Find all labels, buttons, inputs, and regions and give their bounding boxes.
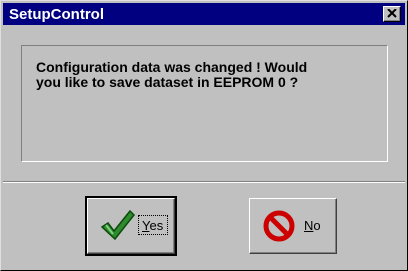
no-entry-icon xyxy=(263,210,295,242)
dialog-window: SetupControl Configuration data was chan… xyxy=(0,0,408,271)
separator xyxy=(3,181,405,183)
no-accelerator: N xyxy=(304,218,314,233)
close-button[interactable] xyxy=(383,6,401,22)
no-button-label: No xyxy=(304,218,321,233)
close-icon xyxy=(387,9,397,18)
checkmark-icon xyxy=(100,209,136,241)
window-title: SetupControl xyxy=(9,6,104,23)
yes-button[interactable]: Yes xyxy=(85,196,177,256)
yes-label-rest: es xyxy=(149,218,164,233)
no-button[interactable]: No xyxy=(249,198,337,254)
no-label-rest: o xyxy=(313,218,321,233)
message-text: Configuration data was changed ! Would y… xyxy=(36,59,308,90)
message-panel: Configuration data was changed ! Would y… xyxy=(21,45,388,162)
title-bar[interactable]: SetupControl xyxy=(3,3,405,25)
yes-button-label: Yes xyxy=(142,218,163,233)
